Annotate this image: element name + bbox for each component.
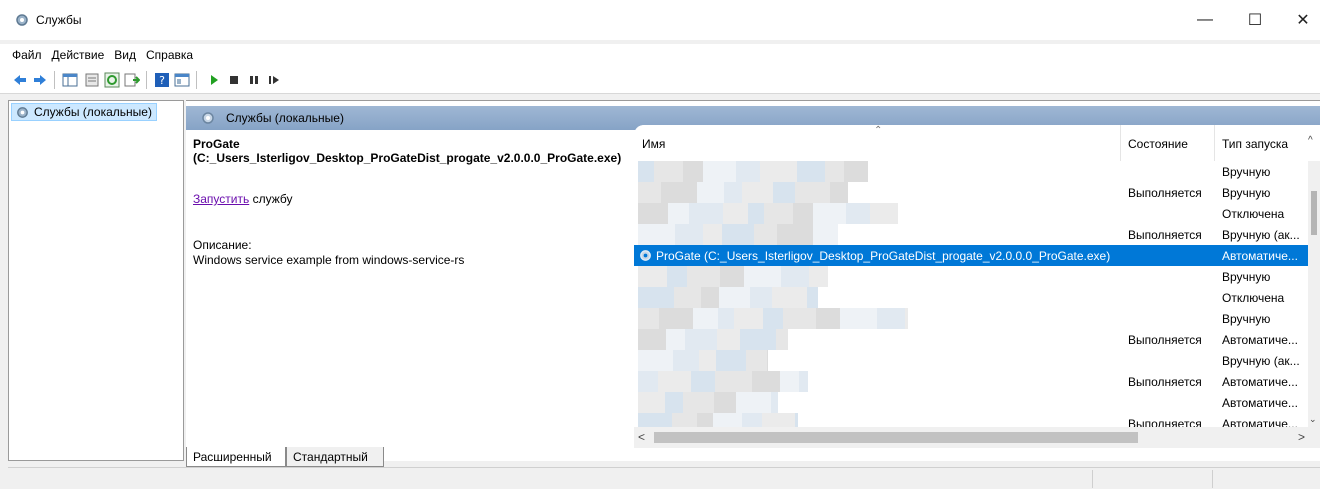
properties-icon[interactable] xyxy=(84,72,100,88)
service-row[interactable]: Вручную xyxy=(634,161,1308,182)
services-gear-icon xyxy=(202,112,214,124)
service-startup-cell: Автоматиче... xyxy=(1222,417,1298,427)
menu-action[interactable]: Действие xyxy=(52,48,105,62)
service-gear-icon xyxy=(640,250,651,261)
start-service-line: Запустить службу xyxy=(193,192,292,206)
status-bar xyxy=(8,467,1320,489)
back-arrow-icon[interactable] xyxy=(12,72,28,88)
scroll-right-button[interactable]: > xyxy=(1298,430,1305,444)
description-label: Описание: xyxy=(193,238,252,252)
menu-help[interactable]: Справка xyxy=(146,48,193,62)
service-row[interactable]: Выполняется Вручную (ак... xyxy=(634,224,1308,245)
service-startup-cell: Автоматиче... xyxy=(1222,396,1298,410)
service-startup-cell: Вручную xyxy=(1222,165,1271,179)
service-name-cell: ProGate (C:_Users_Isterligov_Desktop_Pro… xyxy=(656,249,1111,263)
show-hide-tree-icon[interactable] xyxy=(62,72,78,88)
console-tree: Службы (локальные) xyxy=(8,100,184,461)
stop-service-icon[interactable] xyxy=(226,72,242,88)
service-row[interactable]: Автоматиче... xyxy=(634,392,1308,413)
scroll-up-button[interactable]: ^ xyxy=(1308,135,1313,146)
maximize-button[interactable]: ☐ xyxy=(1232,0,1278,40)
service-row[interactable]: Выполняется Автоматиче... xyxy=(634,371,1308,392)
start-service-link[interactable]: Запустить xyxy=(193,192,249,206)
tab-extended[interactable]: Расширенный xyxy=(186,447,286,467)
service-startup-cell: Автоматиче... xyxy=(1222,375,1298,389)
close-button[interactable]: ✕ xyxy=(1280,0,1320,40)
horizontal-scrollbar[interactable]: < > xyxy=(634,427,1320,448)
service-state-cell: Выполняется xyxy=(1128,333,1202,347)
column-header-state[interactable]: Состояние xyxy=(1128,137,1188,151)
service-state-cell: Выполняется xyxy=(1128,417,1202,427)
service-startup-cell: Вручную xyxy=(1222,186,1271,200)
service-startup-cell: Вручную xyxy=(1222,270,1271,284)
column-header-bar: ⌃ Имя Состояние Тип запуска ^ xyxy=(634,125,1320,161)
service-details: ProGate (C:_Users_Isterligov_Desktop_Pro… xyxy=(193,137,633,267)
help-icon[interactable]: ? xyxy=(154,72,170,88)
scroll-down-button[interactable]: ⌄ xyxy=(1309,414,1317,425)
tree-item-label: Службы (локальные) xyxy=(34,105,152,119)
service-row[interactable]: Вручную (ак... xyxy=(634,350,1308,371)
description-text: Windows service example from windows-ser… xyxy=(193,253,465,267)
sort-ascending-icon: ⌃ xyxy=(874,125,883,136)
window-title: Службы xyxy=(36,13,82,27)
menu-bar: Файл Действие Вид Справка xyxy=(0,44,1320,66)
services-gear-icon xyxy=(16,14,28,26)
service-row[interactable]: Вручную xyxy=(634,308,1308,329)
service-startup-cell: Автоматиче... xyxy=(1222,249,1298,263)
services-pane: Службы (локальные) ProGate (C:_Users_Ist… xyxy=(186,100,1320,461)
menu-file[interactable]: Файл xyxy=(12,48,42,62)
service-row[interactable]: Выполняется Вручную xyxy=(634,182,1308,203)
tree-item-local-services[interactable]: Службы (локальные) xyxy=(11,103,157,121)
service-row[interactable]: Выполняется Автоматиче... xyxy=(634,413,1308,427)
service-startup-cell: Отключена xyxy=(1222,291,1285,305)
services-list: ⌃ Имя Состояние Тип запуска ^ Вручную Вып… xyxy=(634,125,1320,448)
service-startup-cell: Отключена xyxy=(1222,207,1285,221)
resume-service-icon[interactable] xyxy=(266,72,282,88)
service-row[interactable]: Отключена xyxy=(634,203,1308,224)
horizontal-scroll-thumb[interactable] xyxy=(654,432,1138,443)
service-state-cell: Выполняется xyxy=(1128,186,1202,200)
service-row[interactable]: Выполняется Автоматиче... xyxy=(634,329,1308,350)
column-header-name[interactable]: Имя xyxy=(642,137,665,151)
scroll-left-button[interactable]: < xyxy=(638,430,645,444)
service-row[interactable]: Вручную xyxy=(634,266,1308,287)
title-bar: Службы — ☐ ✕ xyxy=(0,0,1320,40)
start-service-icon[interactable] xyxy=(206,72,222,88)
service-state-cell: Выполняется xyxy=(1128,228,1202,242)
vertical-scroll-thumb[interactable] xyxy=(1311,191,1317,235)
service-row[interactable]: Отключена xyxy=(634,287,1308,308)
service-name: ProGate xyxy=(193,137,240,151)
menu-view[interactable]: Вид xyxy=(114,48,136,62)
pause-service-icon[interactable] xyxy=(246,72,262,88)
toolbar: ? xyxy=(0,66,1320,94)
service-row-selected[interactable]: ProGate (C:_Users_Isterligov_Desktop_Pro… xyxy=(634,245,1308,266)
rows-container: Вручную Выполняется Вручную Отключена Выполн… xyxy=(634,161,1308,427)
service-startup-cell: Вручную xyxy=(1222,312,1271,326)
view-tabs: Расширенный Стандартный xyxy=(186,447,586,469)
console-view-icon[interactable] xyxy=(174,72,190,88)
column-header-startup-type[interactable]: Тип запуска xyxy=(1222,137,1288,151)
service-path: (C:_Users_Isterligov_Desktop_ProGateDist… xyxy=(193,151,622,165)
minimize-button[interactable]: — xyxy=(1182,0,1228,40)
export-list-icon[interactable] xyxy=(124,72,140,88)
start-service-suffix: службу xyxy=(249,192,293,206)
service-state-cell: Выполняется xyxy=(1128,375,1202,389)
service-startup-cell: Вручную (ак... xyxy=(1222,354,1300,368)
pane-title: Службы (локальные) xyxy=(226,111,344,125)
refresh-icon[interactable] xyxy=(104,72,120,88)
svg-text:?: ? xyxy=(159,74,165,87)
tab-standard[interactable]: Стандартный xyxy=(286,447,384,467)
services-gear-icon xyxy=(17,107,28,118)
forward-arrow-icon[interactable] xyxy=(32,72,48,88)
vertical-scrollbar[interactable]: ⌄ xyxy=(1308,161,1320,427)
service-startup-cell: Вручную (ак... xyxy=(1222,228,1300,242)
service-startup-cell: Автоматиче... xyxy=(1222,333,1298,347)
